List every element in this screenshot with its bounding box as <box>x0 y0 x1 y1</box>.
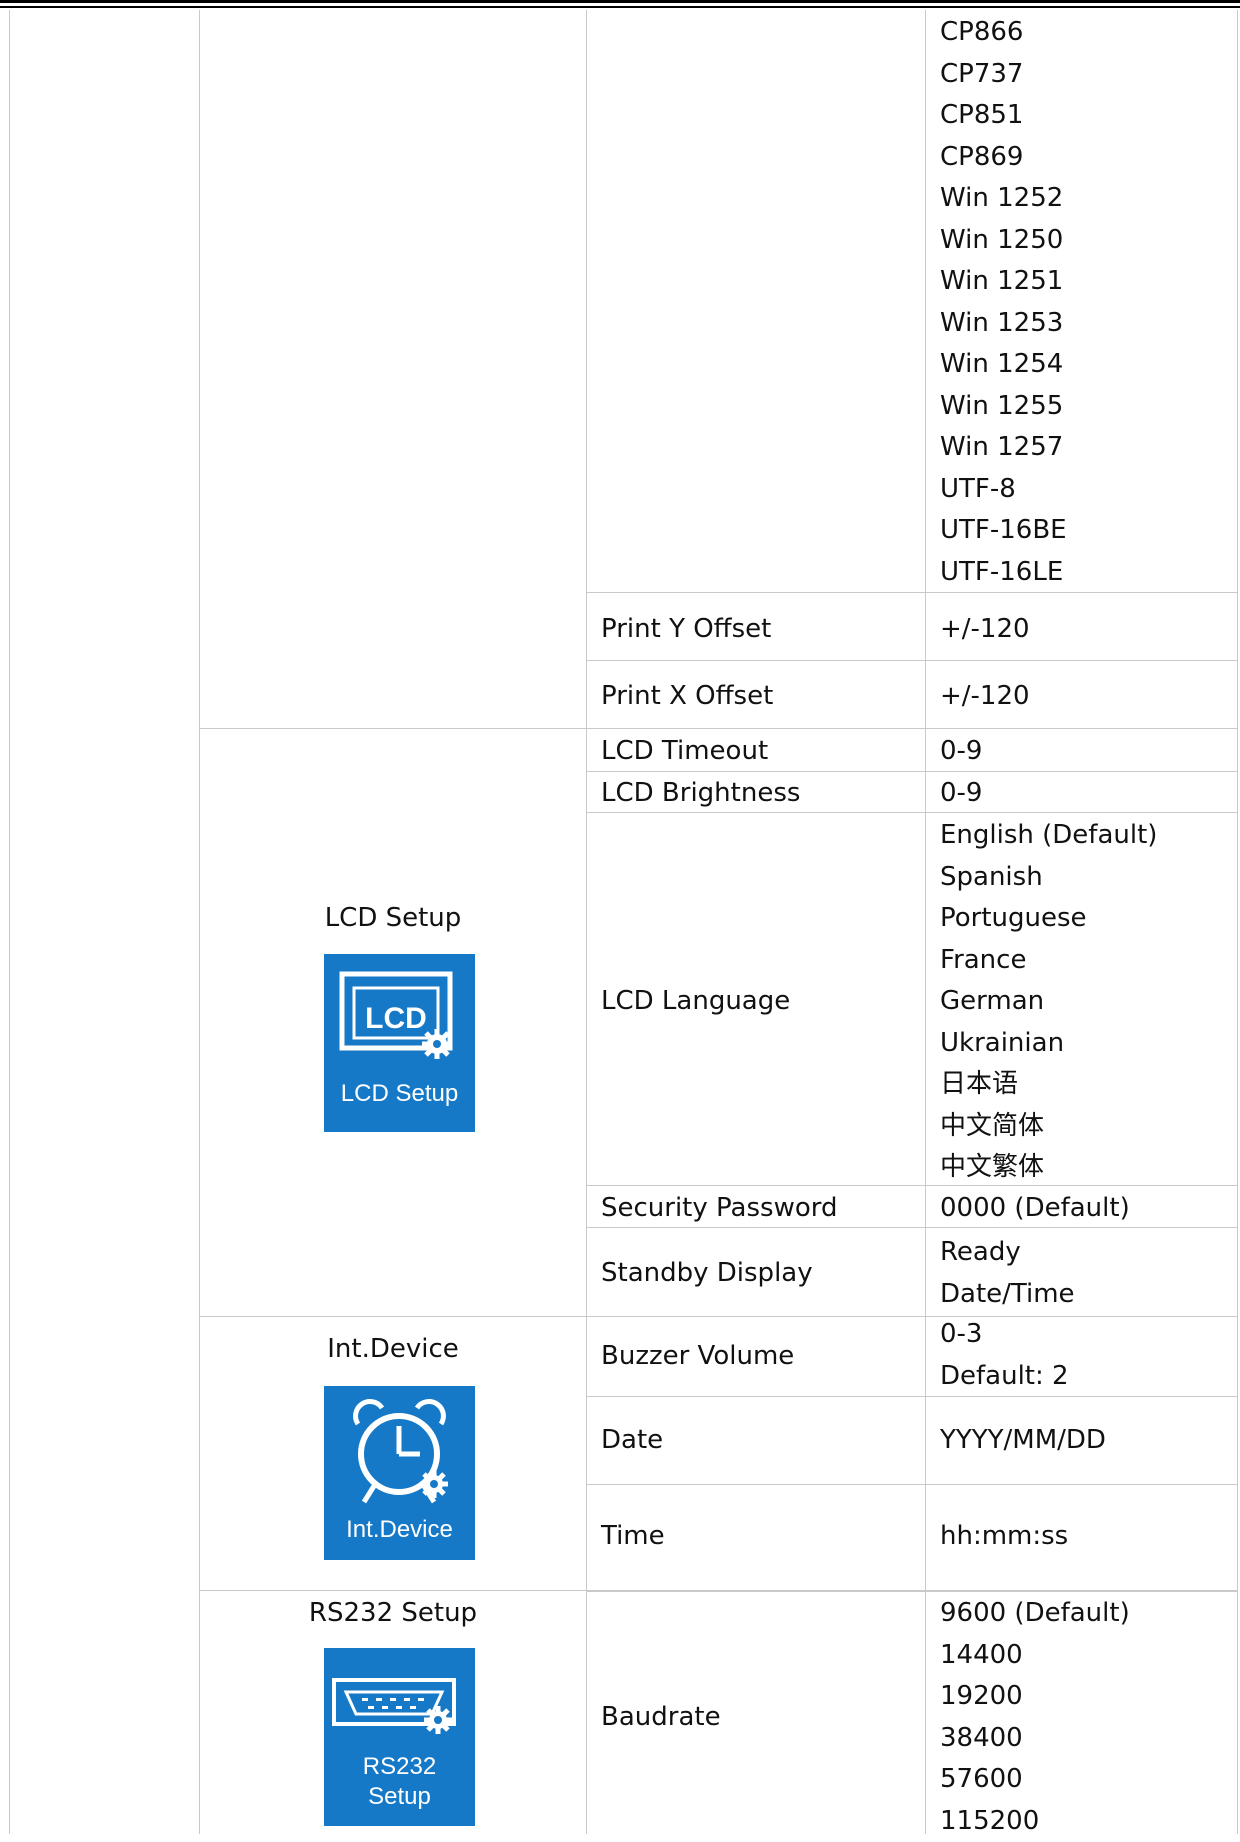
standby-display-label: Standby Display <box>601 1253 813 1295</box>
standby-display-values: Ready Date/Time <box>940 1232 1075 1315</box>
row-divider <box>586 1591 1238 1592</box>
baudrate-option: 14400 <box>940 1635 1130 1677</box>
encoding-item: UTF-8 <box>940 469 1067 511</box>
security-password-value: 0000 (Default) <box>940 1188 1130 1230</box>
date-label: Date <box>601 1420 663 1462</box>
lcd-setup-icon: LCD LCD Setup <box>324 954 475 1132</box>
section-divider <box>199 1590 1238 1591</box>
row-divider <box>586 1396 1238 1397</box>
section-divider <box>199 1316 1238 1317</box>
lcd-timeout-value: 0-9 <box>940 731 982 773</box>
encoding-item: Win 1251 <box>940 261 1067 303</box>
standby-option: Date/Time <box>940 1274 1075 1316</box>
language-option: German <box>940 981 1157 1023</box>
lcd-language-label: LCD Language <box>601 981 790 1023</box>
language-option: Ukrainian <box>940 1023 1157 1065</box>
language-option: Spanish <box>940 857 1157 899</box>
baudrate-label: Baudrate <box>601 1697 721 1739</box>
language-option: English (Default) <box>940 815 1157 857</box>
encoding-item: UTF-16LE <box>940 552 1067 594</box>
encoding-item: Win 1252 <box>940 178 1067 220</box>
lcd-language-list: English (Default) Spanish Portuguese Fra… <box>940 815 1157 1189</box>
baudrate-values: 9600 (Default) 14400 19200 38400 57600 1… <box>940 1593 1130 1842</box>
encoding-item: CP869 <box>940 137 1067 179</box>
encoding-item: Win 1254 <box>940 344 1067 386</box>
buzzer-volume-values: 0-3 Default: 2 <box>940 1314 1069 1397</box>
print-y-offset-value: +/-120 <box>940 609 1030 651</box>
lcd-brightness-value: 0-9 <box>940 773 982 815</box>
encoding-item: Win 1253 <box>940 303 1067 345</box>
rs232-icon-caption-line1: RS232 <box>324 1753 475 1781</box>
encoding-item: Win 1250 <box>940 220 1067 262</box>
print-x-offset-label: Print X Offset <box>601 676 773 718</box>
lcd-setup-title: LCD Setup <box>200 902 586 934</box>
time-label: Time <box>601 1516 665 1558</box>
rs232-icon-caption-line2: Setup <box>324 1783 475 1811</box>
baudrate-option: 57600 <box>940 1759 1130 1801</box>
int-device-title: Int.Device <box>200 1333 586 1365</box>
buzzer-value: Default: 2 <box>940 1356 1069 1398</box>
settings-table: CP866 CP737 CP851 CP869 Win 1252 Win 125… <box>0 0 1240 1834</box>
security-password-label: Security Password <box>601 1188 837 1230</box>
baudrate-option: 38400 <box>940 1718 1130 1760</box>
baudrate-option: 19200 <box>940 1676 1130 1718</box>
lcd-brightness-label: LCD Brightness <box>601 773 800 815</box>
rs232-setup-title: RS232 Setup <box>200 1597 586 1629</box>
baudrate-option: 9600 (Default) <box>940 1593 1130 1635</box>
language-option: Portuguese <box>940 898 1157 940</box>
encoding-item: Win 1257 <box>940 427 1067 469</box>
standby-option: Ready <box>940 1232 1075 1274</box>
int-device-icon: Int.Device <box>324 1386 475 1560</box>
encoding-item: CP851 <box>940 95 1067 137</box>
encoding-item: UTF-16BE <box>940 510 1067 552</box>
row-divider <box>586 1484 1238 1485</box>
print-y-offset-label: Print Y Offset <box>601 609 771 651</box>
date-value: YYYY/MM/DD <box>940 1420 1106 1462</box>
buzzer-volume-label: Buzzer Volume <box>601 1336 794 1378</box>
language-option: France <box>940 940 1157 982</box>
language-option: 日本语 <box>940 1064 1157 1106</box>
table-border-right <box>1237 10 1238 1834</box>
lcd-timeout-label: LCD Timeout <box>601 731 768 773</box>
lcd-icon-text: LCD <box>365 1002 427 1035</box>
encoding-item: CP737 <box>940 54 1067 96</box>
encoding-item: Win 1255 <box>940 386 1067 428</box>
table-border-left <box>9 10 10 1834</box>
language-option: 中文繁体 <box>940 1147 1157 1189</box>
column-divider <box>586 10 587 1834</box>
row-divider <box>586 660 1238 661</box>
baudrate-option: 115200 <box>940 1801 1130 1842</box>
column-divider <box>925 10 926 1834</box>
row-divider <box>586 592 1238 593</box>
encoding-list: CP866 CP737 CP851 CP869 Win 1252 Win 125… <box>940 12 1067 593</box>
encoding-item: CP866 <box>940 12 1067 54</box>
int-device-icon-caption: Int.Device <box>324 1516 475 1544</box>
language-option: 中文简体 <box>940 1106 1157 1148</box>
time-value: hh:mm:ss <box>940 1516 1068 1558</box>
print-x-offset-value: +/-120 <box>940 676 1030 718</box>
buzzer-value: 0-3 <box>940 1314 1069 1356</box>
rs232-setup-icon: RS232 Setup <box>324 1648 475 1826</box>
section-divider <box>199 728 1238 729</box>
lcd-setup-icon-caption: LCD Setup <box>324 1080 475 1108</box>
